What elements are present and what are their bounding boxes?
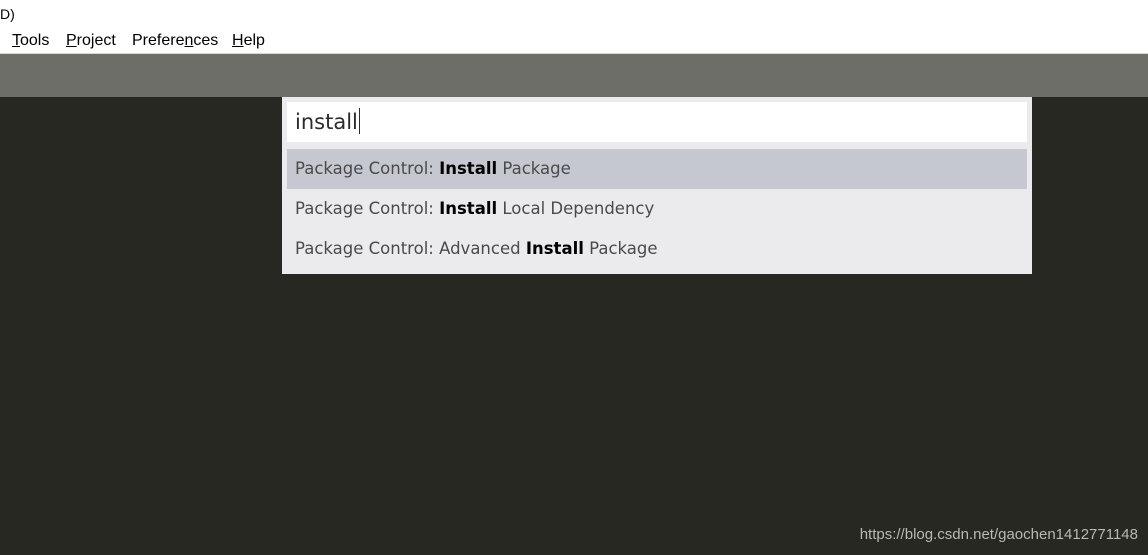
command-result-suffix: Local Dependency (497, 199, 655, 218)
menu-preferences[interactable]: Preferences (132, 31, 218, 51)
menu-tools-mnemonic: T (12, 32, 20, 49)
menu-bar: Tools Project Preferences Help (0, 29, 1148, 54)
command-result-match: Install (439, 199, 498, 218)
command-result-suffix: Package (583, 239, 658, 258)
menu-help-label-post: elp (243, 32, 265, 49)
command-result-suffix: Package (497, 159, 571, 178)
command-result-prefix: Package Control: (295, 159, 440, 178)
menu-tools-label-post: ools (20, 32, 50, 49)
command-palette-query: install (295, 110, 358, 134)
menu-help-mnemonic: H (232, 32, 244, 49)
text-caret (358, 108, 360, 134)
command-result-prefix: Package Control: (295, 199, 440, 218)
menu-tools[interactable]: Tools (12, 31, 49, 51)
title-bar: D) (0, 0, 1148, 29)
menu-preferences-label-pre: Prefere (132, 32, 185, 49)
command-result-prefix: Package Control: Advanced (295, 239, 526, 258)
menu-help[interactable]: Help (232, 31, 265, 51)
tab-bar[interactable] (0, 54, 1148, 97)
sublime-text-window: D) Tools Project Preferences Help instal… (0, 0, 1148, 555)
command-palette-input[interactable]: install (287, 102, 1027, 142)
window-title: D) (0, 6, 15, 22)
watermark-url: https://blog.csdn.net/gaochen1412771148 (859, 526, 1138, 543)
command-result-match: Install (525, 239, 584, 258)
command-palette: install Package Control: Install Package… (282, 97, 1032, 274)
command-result[interactable]: Package Control: Install Local Dependenc… (287, 189, 1027, 229)
menu-project[interactable]: Project (66, 31, 116, 51)
command-result[interactable]: Package Control: Advanced Install Packag… (287, 229, 1027, 269)
command-result-match: Install (439, 159, 498, 178)
menu-project-label-post: roject (76, 32, 116, 49)
menu-preferences-label-post: ces (193, 32, 219, 49)
menu-project-mnemonic: P (66, 32, 77, 49)
command-result[interactable]: Package Control: Install Package (287, 149, 1027, 189)
